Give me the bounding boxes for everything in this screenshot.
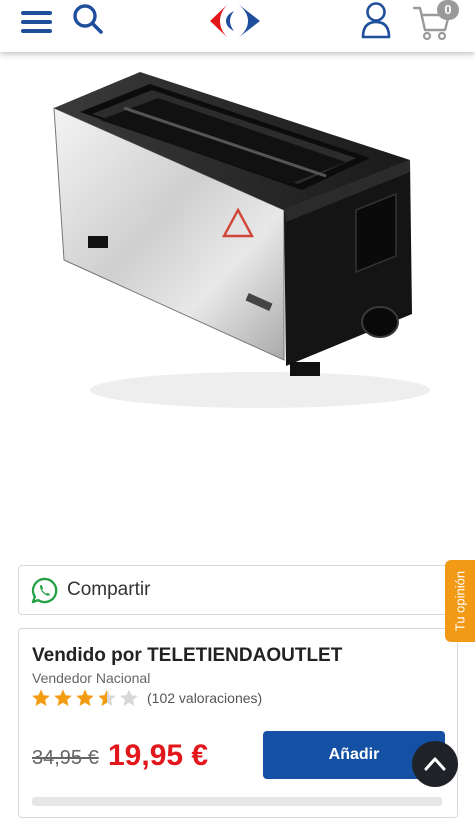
scroll-to-top-button[interactable] [412,741,458,787]
reviews-count: (102 valoraciones) [147,690,263,706]
share-button[interactable]: Compartir [18,565,458,615]
feedback-tab[interactable]: Tu opinión [445,560,475,642]
top-bar: 0 [0,0,475,52]
rating-stars[interactable]: (102 valoraciones) [31,688,262,708]
rating-star-icon [76,689,94,706]
menu-icon[interactable] [21,11,52,33]
old-price: 34,95 € [32,747,99,769]
sold-by-prefix: Vendido por [32,645,142,666]
rating-star-icon [32,689,50,706]
current-price: 19,95 € [108,739,209,772]
carrefour-logo[interactable] [206,2,266,40]
account-icon[interactable] [360,1,392,39]
search-icon[interactable] [71,2,105,36]
share-label: Compartir [67,579,151,600]
whatsapp-icon [31,577,58,604]
cart-count-badge: 0 [437,0,459,20]
bottom-panel-edge [32,797,442,806]
rating-star-icon [120,689,138,706]
seller-type: Vendedor Nacional [32,670,151,686]
rating-star-icon [54,689,72,706]
chevron-up-icon [424,757,446,771]
toaster-image [53,72,430,408]
sold-by-line: Vendido por TELETIENDAOUTLET [32,645,342,667]
feedback-tab-label: Tu opinión [452,570,468,632]
seller-card: Vendido por TELETIENDAOUTLET Vendedor Na… [18,628,458,818]
seller-name-link[interactable]: TELETIENDAOUTLET [147,645,342,666]
rating-star-icon [98,689,116,706]
